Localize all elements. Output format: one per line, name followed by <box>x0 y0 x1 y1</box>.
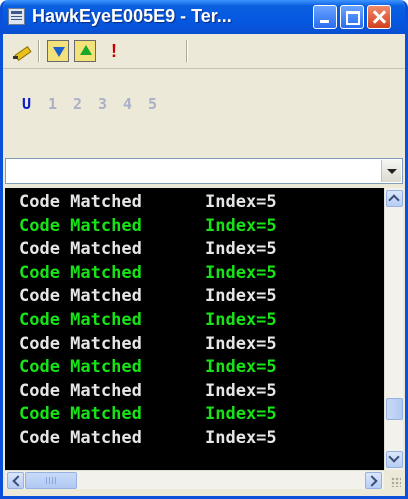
chevron-down-icon[interactable] <box>381 160 401 182</box>
terminal-line-text: Code Matched <box>19 357 142 378</box>
command-combobox[interactable] <box>5 158 403 184</box>
terminal-line-index: Index=5 <box>205 192 277 212</box>
terminal-line: Code Matched Index=5 <box>19 357 277 378</box>
title-bar[interactable]: HawkEyeE005E9 - Ter... <box>3 0 405 34</box>
vertical-scrollbar[interactable] <box>384 188 403 470</box>
exclamation-icon[interactable]: ! <box>103 40 125 62</box>
index-3-button[interactable]: 3 <box>98 95 107 113</box>
resize-grip-icon[interactable] <box>385 471 403 489</box>
toolbar-separator <box>186 40 188 62</box>
terminal-line: Code Matched Index=5 <box>19 380 277 401</box>
scroll-right-icon[interactable] <box>365 472 382 489</box>
terminal-line: Code Matched Index=5 <box>19 262 277 283</box>
maximize-button[interactable] <box>340 5 364 29</box>
scroll-left-icon[interactable] <box>7 472 24 489</box>
terminal-output[interactable]: Code Matched Index=5 Code Matched Index=5 Co… <box>5 188 384 470</box>
terminal-line-index: Index=5 <box>205 286 277 307</box>
index-u-button[interactable]: U <box>22 95 31 113</box>
terminal-line-text: Code Matched <box>19 428 142 448</box>
terminal-line-index: Index=5 <box>205 380 277 401</box>
terminal-line-text: Code Matched <box>19 286 142 307</box>
terminal-line-index: Index=5 <box>205 310 277 330</box>
terminal-line: Code Matched Index=5 <box>19 428 277 448</box>
terminal-line: Code Matched Index=5 <box>19 215 277 236</box>
terminal-line-index: Index=5 <box>205 404 277 425</box>
terminal-line-index: Index=5 <box>205 215 277 236</box>
horizontal-scroll-thumb[interactable] <box>25 472 77 489</box>
terminal-line-text: Code Matched <box>19 333 142 354</box>
minimize-button[interactable] <box>313 5 337 29</box>
index-1-button[interactable]: 1 <box>48 95 57 113</box>
terminal-line-text: Code Matched <box>19 262 142 283</box>
terminal-line-text: Code Matched <box>19 239 142 260</box>
terminal-line: Code Matched Index=5 <box>19 286 277 307</box>
terminal-line-text: Code Matched <box>19 404 142 425</box>
terminal-line-index: Index=5 <box>205 333 277 354</box>
scroll-down-icon[interactable] <box>386 451 403 468</box>
terminal-line-index: Index=5 <box>205 357 277 378</box>
terminal-line: Code Matched Index=5 <box>19 192 277 212</box>
toolbar: ! <box>3 34 405 69</box>
terminal-line: Code Matched Index=5 <box>19 333 277 354</box>
toolbar-separator <box>38 40 40 62</box>
window-title: HawkEyeE005E9 - Ter... <box>32 6 232 26</box>
horizontal-scrollbar[interactable] <box>5 470 384 489</box>
terminal-line: Code Matched Index=5 <box>19 310 277 330</box>
index-4-button[interactable]: 4 <box>123 95 132 113</box>
scroll-up-icon[interactable] <box>386 190 403 207</box>
terminal-line: Code Matched Index=5 <box>19 404 277 425</box>
terminal-line: Code Matched Index=5 <box>19 239 277 260</box>
index-5-button[interactable]: 5 <box>148 95 157 113</box>
vertical-scroll-thumb[interactable] <box>386 398 403 420</box>
terminal-line-text: Code Matched <box>19 380 142 401</box>
close-button[interactable] <box>367 5 391 29</box>
terminal-line-text: Code Matched <box>19 215 142 236</box>
app-icon[interactable] <box>8 8 25 25</box>
terminal-window: HawkEyeE005E9 - Ter... ! U 1 2 3 4 5 Cod… <box>0 0 408 499</box>
upload-arrow-icon[interactable] <box>74 40 96 62</box>
terminal-line-text: Code Matched <box>19 310 142 330</box>
terminal-line-index: Index=5 <box>205 262 277 283</box>
pencil-icon[interactable] <box>11 40 33 62</box>
index-2-button[interactable]: 2 <box>73 95 82 113</box>
terminal-line-index: Index=5 <box>205 239 277 260</box>
terminal-line-text: Code Matched <box>19 192 142 212</box>
terminal-line-index: Index=5 <box>205 428 277 448</box>
download-arrow-icon[interactable] <box>47 40 69 62</box>
